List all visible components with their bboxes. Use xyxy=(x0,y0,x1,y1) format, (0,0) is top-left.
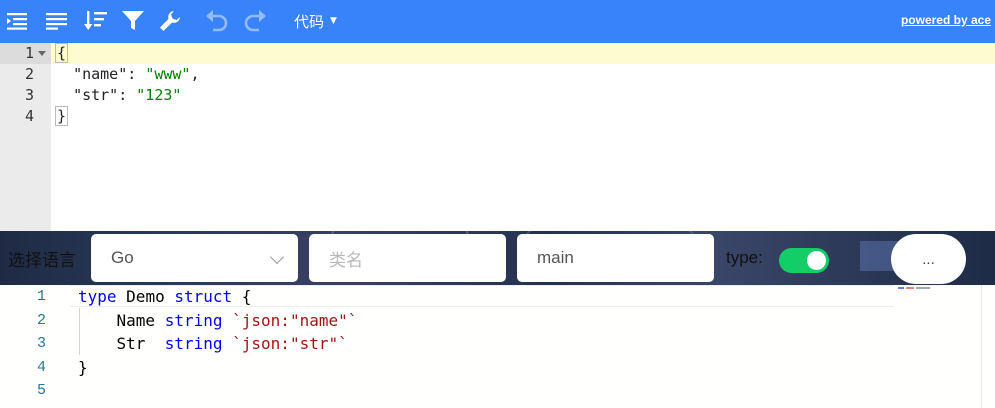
json-input-editor[interactable]: 1 { 2 "name": "www", 3 "str": "123" 4 } xyxy=(0,43,995,231)
line-number: 4 xyxy=(36,358,46,376)
format-icon[interactable] xyxy=(3,6,33,36)
code-line: 1 { xyxy=(0,43,995,64)
class-name-placeholder: 类名 xyxy=(329,250,363,270)
code-line: 4 } xyxy=(0,106,995,127)
json-value: "www" xyxy=(145,65,191,83)
close-brace: } xyxy=(55,106,69,126)
code-line: 5 xyxy=(0,379,995,403)
code-line: 2 Name string `json:"name"` xyxy=(0,309,995,333)
conversion-settings-bar: 选择语言 Go 类名 main type: ... xyxy=(0,231,995,285)
code-line: 1 type Demo struct { xyxy=(0,285,995,309)
class-name-input[interactable]: 类名 xyxy=(309,234,506,282)
go-output-editor[interactable]: 1 type Demo struct { 2 Name string `json… xyxy=(0,285,995,408)
line-number: 1 xyxy=(24,44,34,62)
language-label: 选择语言 xyxy=(8,251,76,271)
toggle-knob xyxy=(807,251,826,270)
redo-icon[interactable] xyxy=(240,6,270,36)
line-number: 2 xyxy=(24,65,34,83)
editor-toolbar: 代码 ▼ powered by ace xyxy=(0,0,995,43)
more-button-label: ... xyxy=(922,250,935,268)
filter-icon[interactable] xyxy=(118,6,148,36)
package-name-input[interactable]: main xyxy=(517,234,714,282)
line-number: 3 xyxy=(36,335,46,352)
type-toggle[interactable] xyxy=(779,248,829,273)
code-line: 3 "str": "123" xyxy=(0,85,995,106)
mode-label: 代码 xyxy=(294,12,325,31)
powered-by-link[interactable]: powered by ace xyxy=(901,13,991,27)
line-number: 4 xyxy=(24,107,34,125)
code-line: 4 } xyxy=(0,356,995,380)
open-brace: { xyxy=(55,43,69,63)
mode-dropdown[interactable]: 代码 ▼ xyxy=(294,10,337,32)
language-select[interactable]: Go xyxy=(91,234,298,282)
fold-arrow-icon[interactable] xyxy=(38,51,46,56)
code-line: 3 Str string `json:"str"` xyxy=(0,332,995,356)
more-button[interactable]: ... xyxy=(891,234,966,284)
chevron-down-icon xyxy=(269,249,285,265)
language-select-value: Go xyxy=(111,248,134,267)
json-value: "123" xyxy=(136,86,182,104)
line-number: 3 xyxy=(24,86,34,104)
line-number: 1 xyxy=(36,288,46,305)
json-key: "str" xyxy=(73,86,119,104)
line-number: 2 xyxy=(36,311,46,329)
line-number: 5 xyxy=(36,382,46,399)
repair-icon[interactable] xyxy=(155,6,185,36)
undo-icon[interactable] xyxy=(202,6,232,36)
package-name-value: main xyxy=(537,248,574,267)
compact-icon[interactable] xyxy=(42,6,72,36)
sort-icon[interactable] xyxy=(81,6,111,36)
json-key: "name" xyxy=(73,65,128,83)
caret-down-icon: ▼ xyxy=(330,16,337,26)
type-label: type: xyxy=(726,248,763,267)
code-line: 2 "name": "www", xyxy=(0,64,995,85)
